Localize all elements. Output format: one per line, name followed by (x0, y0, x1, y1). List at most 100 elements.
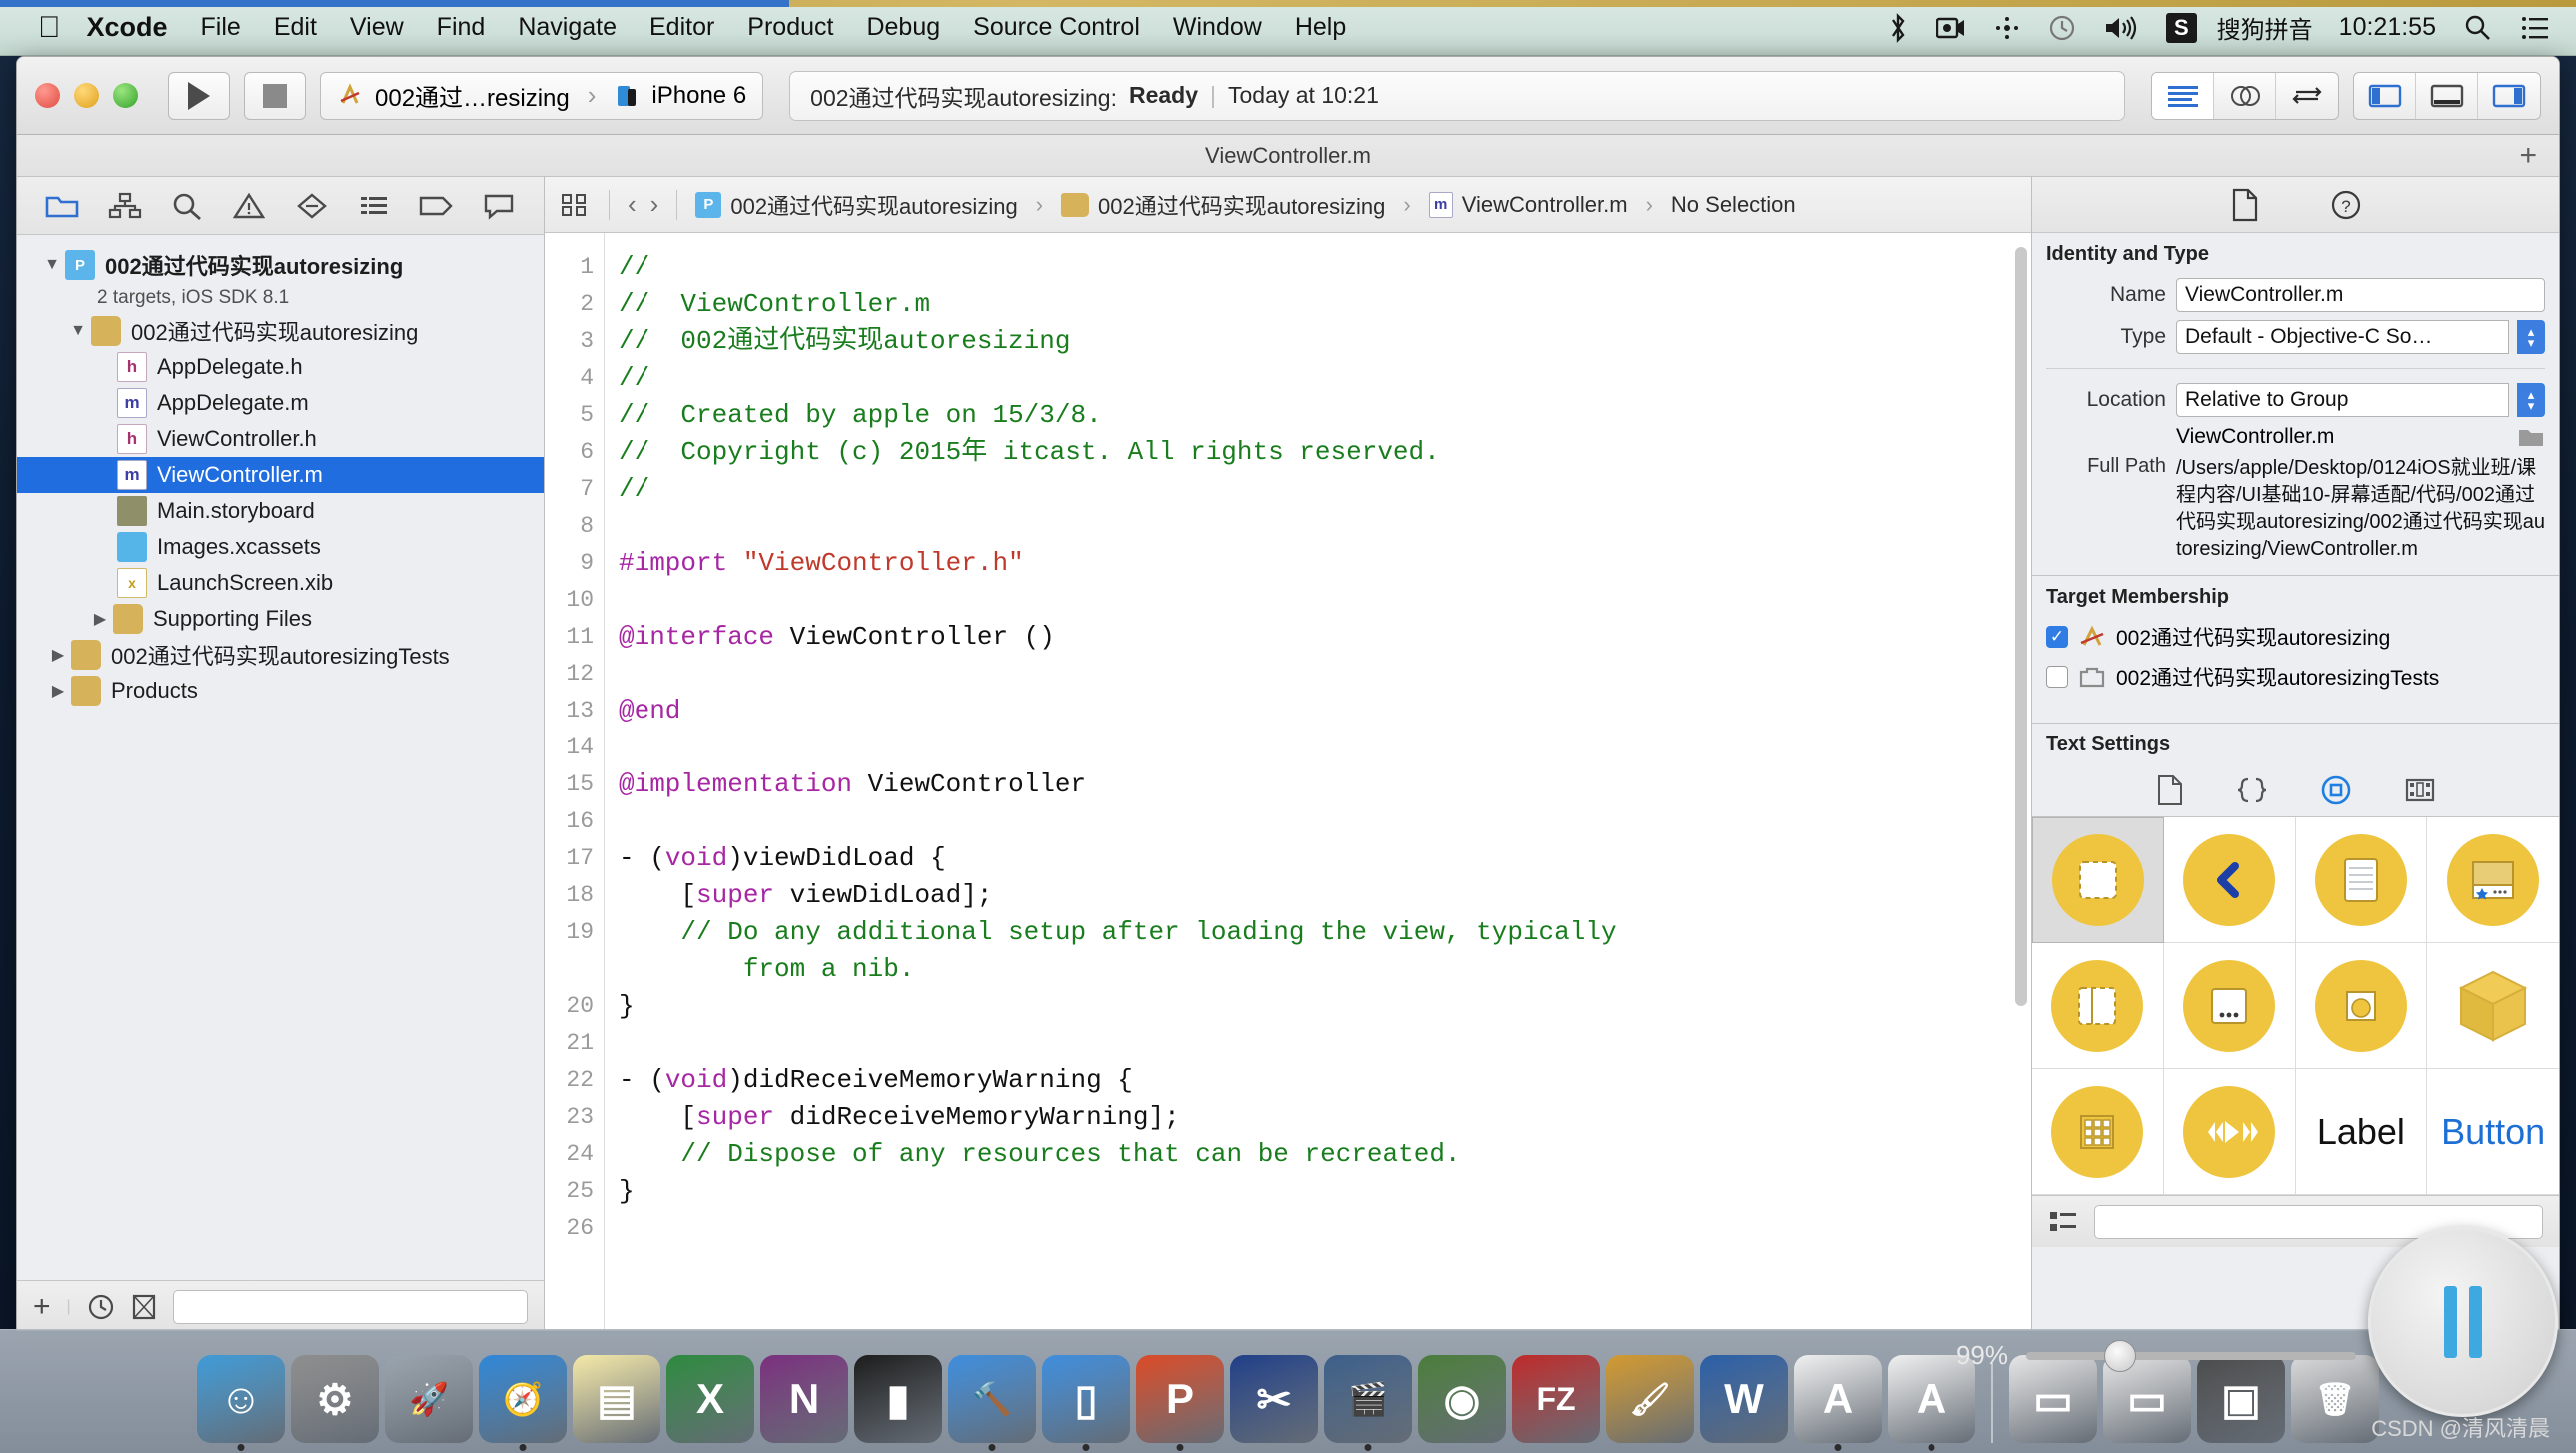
assistant-editor-button[interactable] (2214, 72, 2276, 119)
menu-item-xcode[interactable]: Xcode (87, 12, 168, 43)
dock-item-system-preferences[interactable]: ⚙ (291, 1355, 379, 1443)
dock-item-xcode[interactable]: 🔨 (948, 1355, 1036, 1451)
code-line[interactable]: } (619, 988, 2031, 1025)
twisty-right-icon[interactable]: ▶ (87, 609, 113, 629)
input-method-indicator[interactable]: S 搜狗拼音 (2165, 10, 2313, 45)
dock-item-xcode-doc-1[interactable]: A (1794, 1355, 1882, 1451)
navigator-toggle-button[interactable] (2354, 72, 2416, 119)
twisty-right-icon[interactable]: ▶ (45, 681, 71, 701)
breakpoint-navigator-tab[interactable] (414, 186, 458, 226)
dock-item-quicktime[interactable]: 🎬 (1324, 1355, 1412, 1451)
code-line[interactable] (619, 656, 2031, 693)
menubar-clock[interactable]: 10:21:55 (2339, 13, 2436, 42)
symbol-navigator-tab[interactable] (103, 186, 147, 226)
scheme-selector[interactable]: 002通过…resizing › iPhone 6 (320, 71, 764, 120)
menu-item-find[interactable]: Find (437, 13, 486, 42)
apple-logo-icon[interactable]:  (38, 12, 61, 43)
code-line[interactable]: from a nib. (619, 951, 2031, 988)
navigator-item-main-storyboard[interactable]: Main.storyboard (17, 493, 544, 529)
target-membership-row-app[interactable]: ✓ 002通过代码实现autoresizing (2032, 617, 2559, 657)
code-line[interactable]: #import "ViewController.h" (619, 545, 2031, 582)
library-item-collection-view-object[interactable] (2032, 1069, 2164, 1195)
code-line[interactable]: // Created by apple on 15/3/8. (619, 397, 2031, 434)
pause-widget[interactable] (2368, 1227, 2558, 1417)
library-item-split-view-object[interactable] (2032, 943, 2164, 1069)
find-navigator-tab[interactable] (165, 186, 209, 226)
brightness-track[interactable] (2026, 1339, 2356, 1372)
bluetooth-icon[interactable] (1887, 12, 1909, 43)
library-item-toolbar-object[interactable] (2163, 943, 2296, 1069)
code-line[interactable]: // ViewController.m (619, 286, 2031, 323)
code-line[interactable] (619, 803, 2031, 840)
run-button[interactable] (168, 71, 230, 120)
navigator-item-appdelegate-h[interactable]: h AppDelegate.h (17, 349, 544, 385)
dock-item-snipping-tool[interactable]: ✂ (1230, 1355, 1318, 1443)
dock-item-terminal[interactable]: ▮ (854, 1355, 942, 1443)
navigator-item-supporting-files[interactable]: ▶ Supporting Files (17, 601, 544, 637)
code-area[interactable]: 1 2 3 4 5 6 7 8 9 10 11 12 13 14 15 16 17 18 19 20 21 22 23 24 2… (545, 233, 2031, 1330)
navigator-item-images-xcassets[interactable]: Images.xcassets (17, 529, 544, 565)
dock-item-fifo-player[interactable]: ◉ (1418, 1355, 1506, 1443)
breadcrumb-group[interactable]: 002通过代码实现autoresizing (1061, 189, 1385, 221)
menu-item-editor[interactable]: Editor (649, 13, 714, 42)
zoom-button[interactable] (113, 83, 138, 108)
dock-item-notes[interactable]: ▤ (573, 1355, 660, 1443)
library-item-label-object[interactable]: Label (2295, 1069, 2428, 1195)
code-line[interactable]: } (619, 1173, 2031, 1210)
code-line[interactable]: [super viewDidLoad]; (619, 877, 2031, 914)
library-item-button-object[interactable]: Button (2427, 1069, 2559, 1195)
project-navigator-tab[interactable] (40, 186, 84, 226)
twisty-down-icon[interactable]: ▼ (39, 256, 65, 274)
project-navigator-tree[interactable]: ▼ P 002通过代码实现autoresizing 2 targets, iOS… (17, 235, 544, 1280)
code-snippet-icon[interactable] (2236, 775, 2268, 805)
navigator-item-launchscreen-xib[interactable]: x LaunchScreen.xib (17, 565, 544, 601)
code-line[interactable]: // Do any additional setup after loading… (619, 914, 2031, 951)
quick-help-inspector-icon[interactable]: ? (2330, 189, 2362, 221)
search-icon[interactable] (2464, 14, 2492, 42)
library-item-player-controls-object[interactable] (2163, 1069, 2296, 1195)
dock-item-onenote[interactable]: N (760, 1355, 848, 1443)
chevron-updown-icon[interactable]: ▴ ▾ (2517, 383, 2545, 417)
code-line[interactable]: @implementation ViewController (619, 766, 2031, 803)
menu-item-window[interactable]: Window (1173, 13, 1262, 42)
code-line[interactable]: // (619, 360, 2031, 397)
minimize-button[interactable] (74, 83, 99, 108)
breadcrumb-project[interactable]: P 002通过代码实现autoresizing (695, 189, 1018, 221)
location-select[interactable]: Relative to Group (2176, 383, 2509, 417)
file-inspector-icon[interactable] (2230, 188, 2260, 222)
dock-item-excel[interactable]: X (666, 1355, 754, 1443)
report-navigator-tab[interactable] (477, 186, 521, 226)
menu-item-source-control[interactable]: Source Control (973, 13, 1140, 42)
dock-item-photoshop[interactable]: 🖌 (1606, 1355, 1694, 1443)
dock-item-finder[interactable]: ☺ (197, 1355, 285, 1451)
choose-folder-icon[interactable] (2517, 425, 2545, 449)
library-item-table-view-object[interactable] (2295, 817, 2428, 943)
twisty-right-icon[interactable]: ▶ (45, 645, 71, 665)
navigator-item-viewcontroller-m[interactable]: m ViewController.m (17, 457, 544, 493)
code-line[interactable] (619, 582, 2031, 619)
target-membership-row-tests[interactable]: 002通过代码实现autoresizingTests (2032, 657, 2559, 697)
stop-button[interactable] (244, 71, 306, 120)
standard-editor-button[interactable] (2152, 72, 2214, 119)
brightness-knob[interactable] (2104, 1339, 2136, 1372)
navigator-item-tests-group[interactable]: ▶ 002通过代码实现autoresizingTests (17, 637, 544, 673)
code-line[interactable]: - (void)viewDidLoad { (619, 840, 2031, 877)
library-item-navigation-bar-back-object[interactable] (2163, 817, 2296, 943)
list-view-icon[interactable] (2048, 1209, 2078, 1235)
library-item-container-object[interactable] (2427, 943, 2559, 1069)
name-input[interactable]: ViewController.m (2176, 278, 2545, 312)
dock-item-launchpad[interactable]: 🚀 (385, 1355, 473, 1443)
back-arrow-icon[interactable]: ‹ (628, 189, 637, 220)
file-template-icon[interactable] (2156, 774, 2184, 806)
dock-item-filezilla[interactable]: FZ (1512, 1355, 1600, 1443)
navigator-item-group-main[interactable]: ▼ 002通过代码实现autoresizing (17, 313, 544, 349)
airdrop-icon[interactable] (1994, 15, 2020, 41)
dock-item-parallels[interactable]: P (1136, 1355, 1224, 1451)
library-item-tab-bar-object[interactable] (2427, 817, 2559, 943)
source-code-text[interactable]: // // ViewController.m // 002通过代码实现autores… (605, 233, 2031, 1330)
target-checkbox[interactable] (2046, 666, 2068, 688)
navigator-filter-input[interactable] (172, 1289, 528, 1324)
code-line[interactable]: // (619, 471, 2031, 508)
navigator-item-appdelegate-m[interactable]: m AppDelegate.m (17, 385, 544, 421)
code-line[interactable]: @end (619, 693, 2031, 729)
